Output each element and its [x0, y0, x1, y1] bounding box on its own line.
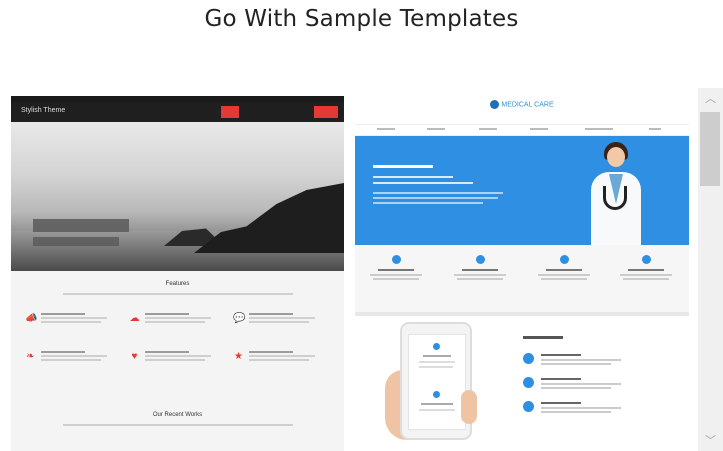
nav-button-contact	[314, 106, 338, 118]
feature-icon	[523, 353, 534, 364]
page-heading: Go With Sample Templates	[204, 6, 519, 32]
template-navbar: Stylish Theme	[11, 102, 344, 122]
chevron-down-icon[interactable]: ﹀	[698, 431, 723, 451]
star-icon: ★	[234, 351, 243, 362]
megaphone-icon: 📣	[25, 313, 38, 324]
service-icon	[391, 255, 401, 264]
logo-icon	[490, 100, 500, 109]
chat-icon: 💬	[233, 313, 246, 324]
feature-icon	[523, 401, 534, 412]
chevron-up-icon[interactable]: ︿	[698, 89, 723, 109]
doctor-image	[589, 142, 643, 245]
feature-icon	[523, 377, 534, 388]
leaf-icon: ❧	[26, 351, 35, 362]
hero-caption	[33, 219, 129, 232]
template-preview-stylish-theme[interactable]: Stylish Theme Features 📣 ☁ 💬 ❧ ♥ ★ Our R	[11, 96, 344, 451]
cloud-icon: ☁	[129, 313, 140, 324]
service-icon	[641, 255, 651, 264]
hero-subcaption	[33, 237, 119, 246]
service-icon	[475, 255, 485, 264]
service-icon	[559, 255, 569, 264]
features-heading: Features	[165, 281, 190, 287]
medical-hero-banner	[355, 136, 689, 245]
why-choose-heading	[523, 336, 563, 339]
heart-icon: ♥	[131, 351, 138, 362]
medical-brand: MEDICAL CARE	[355, 100, 689, 109]
template-preview-medical-care[interactable]: MEDICAL CARE	[355, 90, 689, 451]
tablet-image	[400, 322, 472, 440]
nav-link-2	[285, 106, 301, 118]
template-logo: Stylish Theme	[21, 107, 66, 114]
scrollbar-thumb[interactable]	[700, 112, 720, 186]
services-row	[355, 245, 689, 312]
hero-image-seascape	[11, 122, 344, 271]
vertical-scrollbar[interactable]: ︿ ﹀	[698, 88, 723, 451]
nav-button-home	[221, 106, 239, 118]
recent-works-heading: Our Recent Works	[152, 412, 203, 418]
nav-link-1	[254, 106, 270, 118]
template-gallery: Stylish Theme Features 📣 ☁ 💬 ❧ ♥ ★ Our R	[0, 88, 723, 451]
template-menu	[355, 124, 689, 136]
